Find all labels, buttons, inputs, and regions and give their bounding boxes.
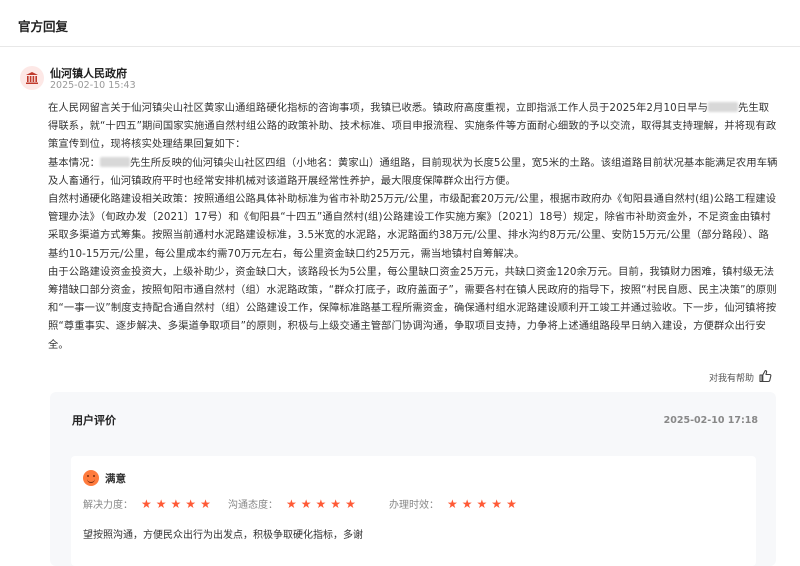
evaluation-comment: 望按照沟通，方便民众出行为出发点，积极争取硬化指标，多谢 <box>83 530 363 541</box>
evaluation-title: 用户评价 <box>72 414 116 427</box>
star-rating: ★ ★ ★ ★ ★ <box>447 498 517 510</box>
rating-timeliness: 办理时效： ★ ★ ★ ★ ★ <box>389 496 517 512</box>
star-rating: ★ ★ ★ ★ ★ <box>286 498 356 510</box>
redacted-name <box>707 102 738 112</box>
rating-communication: 沟通态度： ★ ★ ★ ★ ★ <box>228 496 356 512</box>
star-icon: ★ <box>286 496 297 511</box>
star-icon: ★ <box>185 496 197 511</box>
reply-paragraph: 在人民网留言关于仙河镇尖山社区黄家山通组路硬化指标的咨询事项，我镇已收悉。镇政府… <box>48 99 778 154</box>
star-icon: ★ <box>155 496 167 511</box>
star-icon: ★ <box>491 496 503 511</box>
star-icon: ★ <box>315 496 327 511</box>
ratings-row: 解决力度： ★ ★ ★ ★ ★ 沟通态度： ★ ★ ★ ★ ★ 办理时效： ★ ★ ★ ★ ★ <box>83 496 753 516</box>
star-icon: ★ <box>506 496 517 511</box>
smiley-face-icon <box>83 470 99 486</box>
thumbs-up-icon <box>758 368 772 387</box>
star-icon: ★ <box>461 496 473 511</box>
evaluation-timestamp: 2025-02-10 17:18 <box>663 415 758 426</box>
star-icon: ★ <box>345 496 356 511</box>
star-icon: ★ <box>300 496 312 511</box>
star-icon: ★ <box>141 496 152 511</box>
reply-text: 先生所反映的仙河镇尖山社区四组（小地名：黄家山）通组路，目前现状为长度5公里，宽… <box>48 156 778 187</box>
satisfaction-label: 满意 <box>105 472 126 485</box>
reply-body: 在人民网留言关于仙河镇尖山社区黄家山通组路硬化指标的咨询事项，我镇已收悉。镇政府… <box>48 99 778 354</box>
helpful-label: 对我有帮助 <box>708 374 754 384</box>
reply-text: 在人民网留言关于仙河镇尖山社区黄家山通组路硬化指标的咨询事项，我镇已收悉。镇政府… <box>48 102 708 114</box>
reply-paragraph: 基本情况： 先生所反映的仙河镇尖山社区四组（小地名：黄家山）通组路，目前现状为长度… <box>48 154 778 190</box>
user-evaluation-card: 用户评价 2025-02-10 17:18 满意 解决力度： ★ ★ ★ ★ ★ 沟通态… <box>50 392 776 566</box>
star-icon: ★ <box>200 496 211 511</box>
star-icon: ★ <box>170 496 182 511</box>
rating-resolution: 解决力度： ★ ★ ★ ★ ★ <box>83 496 211 512</box>
star-rating: ★ ★ ★ ★ ★ <box>141 498 211 510</box>
star-icon: ★ <box>447 496 458 511</box>
evaluation-content: 满意 解决力度： ★ ★ ★ ★ ★ 沟通态度： ★ ★ ★ ★ ★ 办理时效： ★ ★ ★ ★ ★ 望… <box>71 456 756 566</box>
satisfaction-row: 满意 <box>83 470 126 486</box>
reply-paragraph: 自然村通硬化路建设相关政策：按照通组公路具体补助标准为省市补助25万元/公里，市… <box>48 193 777 260</box>
reply-paragraph: 由于公路建设资金投资大，上级补助少，资金缺口大，该路段长为5公里，每公里缺口资金… <box>48 265 777 351</box>
star-icon: ★ <box>330 496 342 511</box>
reply-timestamp: 2025-02-10 15:43 <box>50 80 136 91</box>
official-reply-header: 官方回复 <box>0 0 800 46</box>
helpful-button[interactable]: 对我有帮助 <box>709 368 772 387</box>
redacted-name <box>99 156 130 167</box>
government-building-icon <box>20 66 44 90</box>
rating-label: 解决力度： <box>83 500 133 511</box>
rating-label: 办理时效： <box>389 500 439 511</box>
header-divider <box>0 46 800 47</box>
rating-label: 沟通态度： <box>228 500 278 511</box>
reply-text: 基本情况： <box>48 156 100 169</box>
org-name[interactable]: 仙河镇人民政府 <box>50 65 127 81</box>
section-title: 官方回复 <box>18 19 69 34</box>
star-icon: ★ <box>476 496 488 511</box>
